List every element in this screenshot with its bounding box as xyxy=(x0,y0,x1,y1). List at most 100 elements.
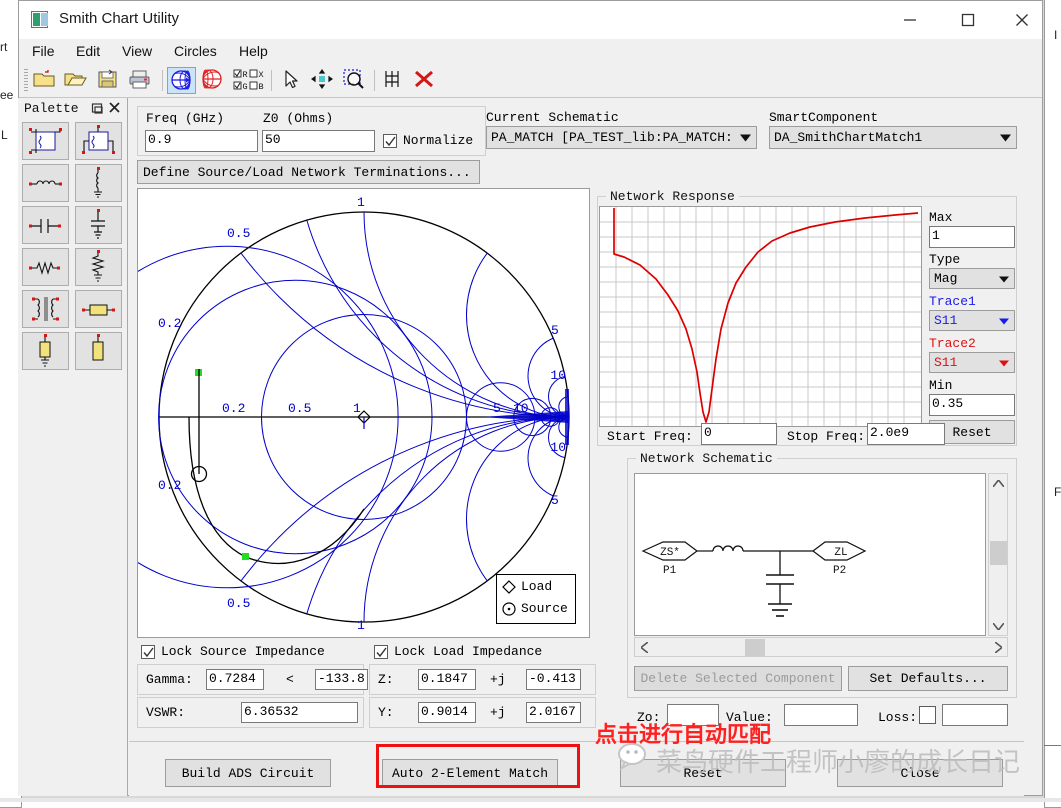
max-input[interactable]: 1 xyxy=(929,226,1015,248)
zoom-icon[interactable] xyxy=(341,67,370,94)
svg-text:1: 1 xyxy=(357,195,365,210)
scroll-down-icon[interactable] xyxy=(989,617,1007,635)
port2-name: P2 xyxy=(833,565,846,577)
schematic-vscroll-thumb[interactable] xyxy=(990,541,1007,565)
start-freq-input[interactable]: 0 xyxy=(701,423,777,445)
menu-circles[interactable]: Circles xyxy=(169,42,222,60)
define-terminations-button[interactable]: Define Source/Load Network Terminations.… xyxy=(137,160,480,184)
svg-text:1: 1 xyxy=(353,401,361,416)
palette-item-shunt-resistor[interactable] xyxy=(75,248,122,286)
gamma-label: Gamma: xyxy=(146,672,193,687)
svg-text:G: G xyxy=(243,82,248,92)
pan-icon[interactable] xyxy=(309,67,338,94)
svg-text:10: 10 xyxy=(550,440,566,455)
toolbar: R X G B xyxy=(19,64,1042,98)
min-input[interactable]: 0.35 xyxy=(929,394,1015,416)
vswr-label: VSWR: xyxy=(146,705,186,720)
client-area: Freq (GHz) Z0 (Ohms) 0.9 50 Normalize De… xyxy=(56,98,1024,796)
smith-chart-legend: Load Source xyxy=(496,574,576,624)
screen: rt ee L I F Smith Chart Utility File Edi… xyxy=(0,0,1061,808)
pin-icon[interactable] xyxy=(91,102,104,119)
delete-selected-component-button[interactable]: Delete Selected Component xyxy=(634,666,842,691)
scroll-up-icon[interactable] xyxy=(989,474,1007,492)
schematic-hscrollbar[interactable] xyxy=(634,637,1008,657)
save-icon[interactable] xyxy=(95,67,124,94)
maximize-button[interactable] xyxy=(945,1,991,39)
palette-close-icon[interactable] xyxy=(108,101,121,118)
lock-load-checkbox[interactable] xyxy=(374,645,388,659)
network-response-plot[interactable] xyxy=(599,206,922,427)
menu-help[interactable]: Help xyxy=(234,42,273,60)
schematic-hscroll-thumb[interactable] xyxy=(745,639,765,656)
gamma-angle-separator: < xyxy=(286,672,294,687)
palette-item-shunt-rlc-box[interactable] xyxy=(75,122,122,160)
value-input[interactable] xyxy=(784,704,858,726)
set-defaults-button[interactable]: Set Defaults... xyxy=(848,666,1008,691)
y-imag-input[interactable]: 2.0167 xyxy=(526,702,581,723)
z0-label: Z0 (Ohms) xyxy=(263,111,334,126)
print-icon[interactable] xyxy=(127,67,156,94)
legend-source-label: Source xyxy=(521,601,568,616)
freq-input[interactable]: 0.9 xyxy=(145,130,258,152)
impedance-chart-icon[interactable] xyxy=(167,67,196,94)
close-button[interactable] xyxy=(999,1,1045,39)
current-schematic-combo[interactable]: PA_MATCH [PA_TEST_lib:PA_MATCH: xyxy=(486,126,757,149)
z-imag-input[interactable]: -0.413 xyxy=(526,669,581,690)
rxgb-toggle-icon[interactable]: R X G B xyxy=(231,67,271,94)
port1-name: P1 xyxy=(663,565,677,577)
palette-item-shunt-inductor[interactable] xyxy=(75,164,122,202)
normalize-checkbox[interactable] xyxy=(383,134,397,148)
palette-item-shunt-stub[interactable] xyxy=(22,332,69,370)
palette-item-transmission-line[interactable] xyxy=(75,290,122,328)
delete-icon[interactable] xyxy=(411,67,440,94)
gamma-magnitude-input[interactable]: 0.7284 xyxy=(206,669,264,690)
grid-icon[interactable] xyxy=(379,67,408,94)
lock-source-checkbox[interactable] xyxy=(141,645,155,659)
menu-edit[interactable]: Edit xyxy=(71,42,105,60)
z-real-input[interactable]: 0.1847 xyxy=(418,669,476,690)
freq-label: Freq (GHz) xyxy=(146,111,225,126)
palette-item-series-stub[interactable] xyxy=(75,332,122,370)
window-title: Smith Chart Utility xyxy=(59,10,180,27)
loss-checkbox[interactable] xyxy=(919,706,936,724)
build-ads-circuit-button[interactable]: Build ADS Circuit xyxy=(165,759,331,787)
new-icon[interactable] xyxy=(31,67,60,94)
scroll-left-icon[interactable] xyxy=(635,638,653,656)
loss-input[interactable] xyxy=(942,704,1008,726)
auto-2-element-match-button[interactable]: Auto 2-Element Match xyxy=(382,759,558,787)
type-combo[interactable]: Mag xyxy=(929,268,1015,289)
admittance-chart-icon[interactable] xyxy=(199,67,228,94)
network-schematic-canvas[interactable]: ZS* P1 ZL P2 xyxy=(634,473,986,636)
z-label: Z: xyxy=(378,672,394,687)
chevron-down-icon xyxy=(999,355,1009,370)
menu-file[interactable]: File xyxy=(27,42,60,60)
smith-chart-canvas[interactable]: 0.5 0.2 1 5 10 0.2 0.5 1 5 10 0.2 0.5 1 … xyxy=(56,188,590,638)
palette-item-series-inductor[interactable] xyxy=(22,164,69,202)
palette-item-shunt-capacitor[interactable] xyxy=(75,206,122,244)
stop-freq-input[interactable]: 2.0e9 xyxy=(867,423,945,445)
svg-text:0.5: 0.5 xyxy=(288,401,311,416)
background-text-left-1: rt xyxy=(0,40,8,54)
trace1-combo[interactable]: S11 xyxy=(929,310,1015,331)
schematic-vscrollbar[interactable] xyxy=(988,473,1008,636)
palette-item-series-rlc-box[interactable] xyxy=(22,122,69,160)
palette-item-transformer[interactable] xyxy=(22,290,69,328)
minimize-button[interactable] xyxy=(887,1,933,39)
open-folder-icon[interactable] xyxy=(63,67,92,94)
menu-view[interactable]: View xyxy=(117,42,157,60)
palette-item-series-capacitor[interactable] xyxy=(22,206,69,244)
z0-input[interactable]: 50 xyxy=(262,130,375,152)
gamma-angle-input[interactable]: -133.8 xyxy=(315,669,368,690)
port1-label: ZS* xyxy=(660,547,680,559)
palette-item-series-resistor[interactable] xyxy=(22,248,69,286)
vswr-input[interactable]: 6.36532 xyxy=(241,702,358,723)
pointer-icon[interactable] xyxy=(277,67,306,94)
palette-panel: Palette xyxy=(18,98,128,796)
svg-text:0.2: 0.2 xyxy=(158,478,181,493)
trace2-combo[interactable]: S11 xyxy=(929,352,1015,373)
scroll-right-icon[interactable] xyxy=(989,638,1007,656)
app-icon xyxy=(31,11,48,28)
smartcomponent-combo[interactable]: DA_SmithChartMatch1 xyxy=(769,126,1017,149)
y-real-input[interactable]: 0.9014 xyxy=(418,702,476,723)
toolbar-grip[interactable] xyxy=(24,69,28,92)
